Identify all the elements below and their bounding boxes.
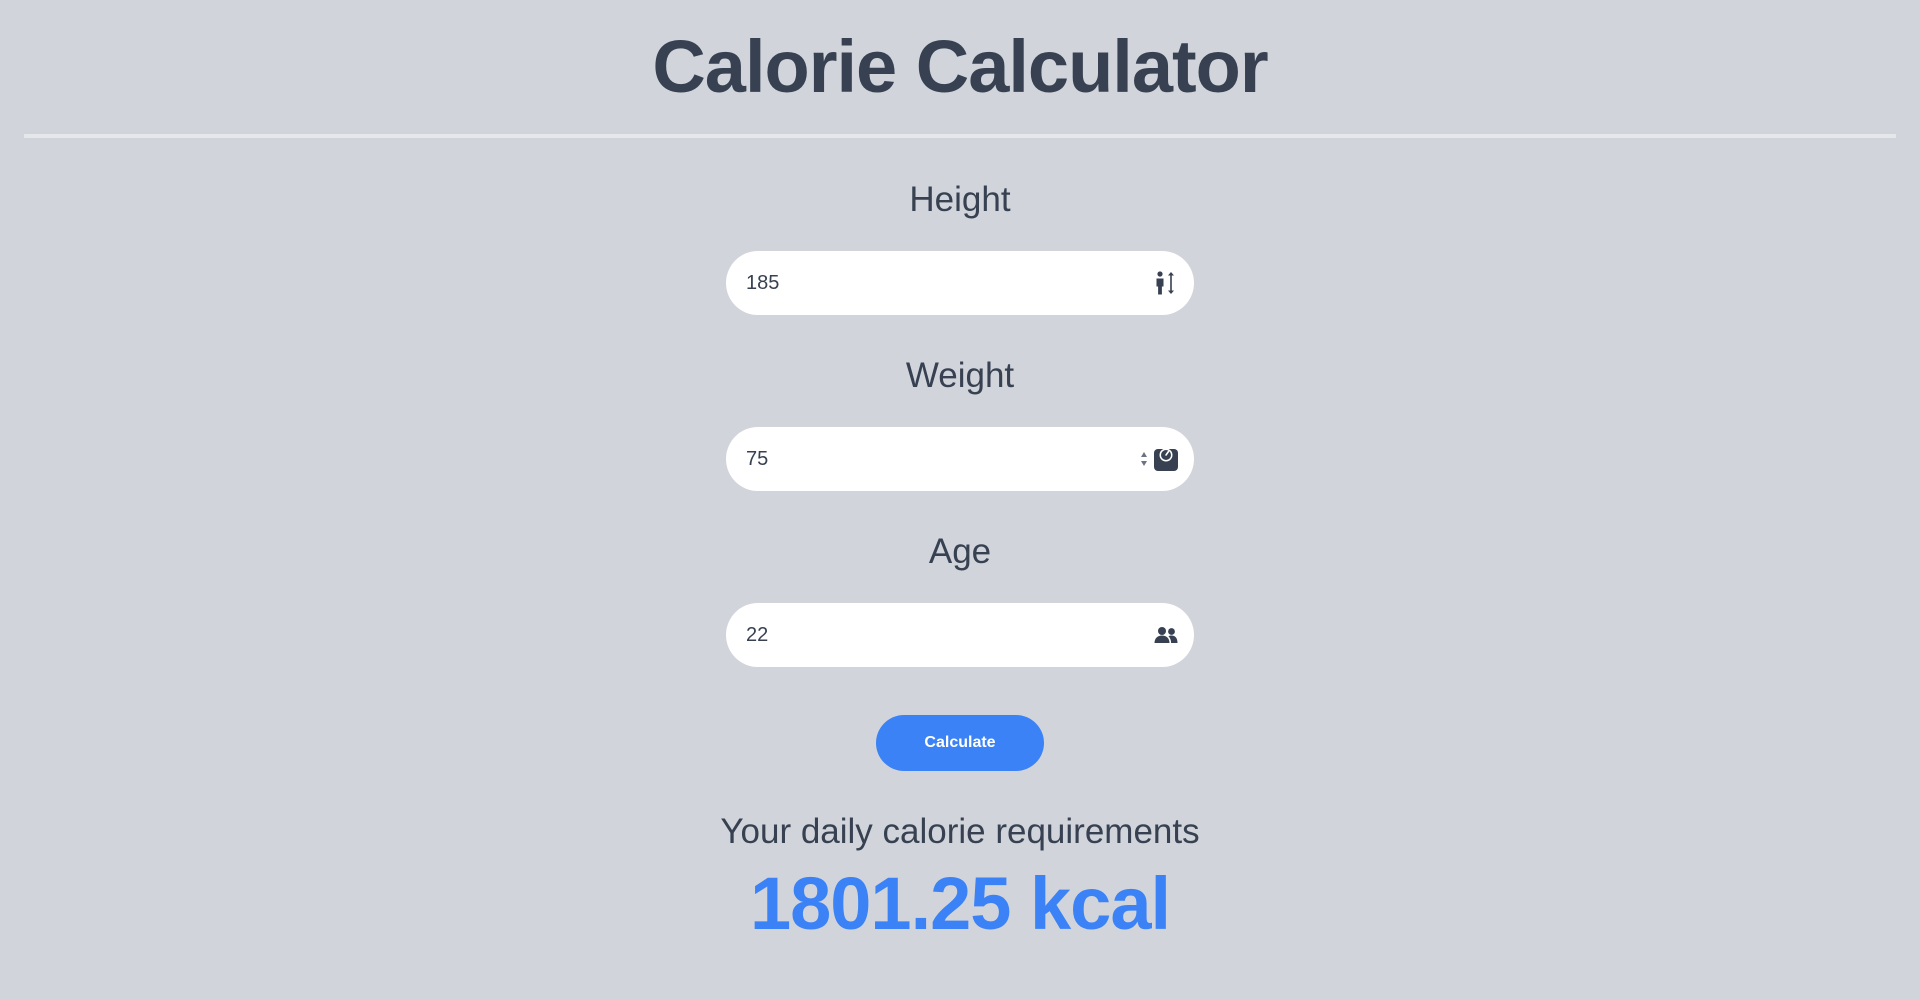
height-value: 185 <box>746 272 780 294</box>
calculate-button[interactable]: Calculate <box>876 715 1044 771</box>
weight-input[interactable]: 75 <box>726 427 1194 491</box>
number-spinner[interactable] <box>1138 447 1150 471</box>
age-label: Age <box>928 532 992 571</box>
result-label: Your daily calorie requirements <box>720 812 1200 851</box>
person-height-icon <box>1153 270 1179 296</box>
page-title: Calorie Calculator <box>652 25 1268 108</box>
calorie-calculator-page: Calorie Calculator Height 185 Weight 75 <box>0 0 1920 1000</box>
height-label: Height <box>909 180 1011 219</box>
users-icon <box>1153 622 1179 648</box>
weight-scale-icon <box>1153 446 1179 472</box>
title-divider <box>24 134 1896 138</box>
weight-value: 75 <box>746 448 769 470</box>
age-input[interactable]: 22 <box>726 603 1194 667</box>
weight-label: Weight <box>905 356 1015 395</box>
age-value: 22 <box>746 624 769 646</box>
height-input[interactable]: 185 <box>726 251 1194 315</box>
result-value: 1801.25 kcal <box>749 862 1171 945</box>
